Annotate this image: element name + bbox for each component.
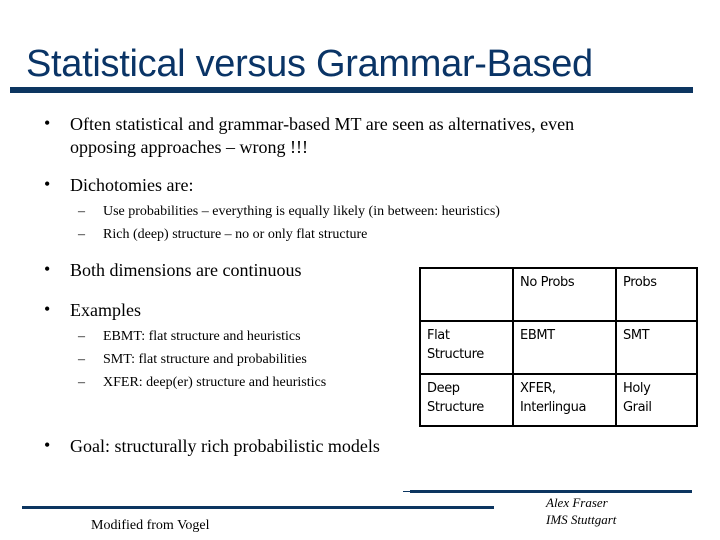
table-row-label: Flat Structure xyxy=(419,320,514,375)
footer-rule-right xyxy=(410,490,692,493)
bullet-text-1b: opposing approaches – wrong !!! xyxy=(70,137,308,157)
bullet-text-5: Goal: structurally rich probabilistic mo… xyxy=(70,436,380,456)
bullet-icon: • xyxy=(44,299,51,319)
dash-icon: – xyxy=(78,329,85,344)
title-underline xyxy=(10,87,693,93)
slide: Statistical versus Grammar-Based • Often… xyxy=(0,0,720,540)
table-row: Deep Structure XFER, Interlingua Holy Gr… xyxy=(419,373,698,427)
subitem-text: XFER: deep(er) structure and heuristics xyxy=(103,375,327,390)
dash-icon: – xyxy=(78,227,85,242)
author-affiliation: IMS Stuttgart xyxy=(546,512,617,527)
table-row: Flat Structure EBMT SMT xyxy=(419,320,698,375)
slide-title: Statistical versus Grammar-Based xyxy=(26,43,593,85)
table-cell: Holy Grail xyxy=(615,373,698,427)
footer-credit: Modified from Vogel xyxy=(91,518,210,533)
subitem-text: SMT: flat structure and probabilities xyxy=(103,352,307,367)
cell-line: EBMT xyxy=(520,328,555,343)
dash-icon: – xyxy=(78,352,85,367)
author-name: Alex Fraser xyxy=(546,495,608,510)
table-cell: XFER, Interlingua xyxy=(512,373,617,427)
table-cell: EBMT xyxy=(512,320,617,375)
cell-line: XFER, xyxy=(520,381,556,396)
table-header-row: No Probs Probs xyxy=(419,267,698,322)
dash-icon: – xyxy=(78,204,85,219)
subitem-text: EBMT: flat structure and heuristics xyxy=(103,329,301,344)
subitem-text: Rich (deep) structure – no or only flat … xyxy=(103,227,368,242)
bullet-icon: • xyxy=(44,259,51,279)
footer-rule-left xyxy=(22,506,494,509)
table-header-cell: No Probs xyxy=(512,267,617,322)
bullet-text-4: Examples xyxy=(70,300,141,320)
bullet-icon: • xyxy=(44,174,51,194)
cell-line: Structure xyxy=(427,400,484,415)
table-header-cell: Probs xyxy=(615,267,698,322)
bullet-text-3: Both dimensions are continuous xyxy=(70,260,302,280)
cell-line: Deep xyxy=(427,381,460,396)
cell-line: Holy xyxy=(623,381,651,396)
table-row-label: Deep Structure xyxy=(419,373,514,427)
bullet-text-2: Dichotomies are: xyxy=(70,175,194,195)
subitem-text: Use probabilities – everything is equall… xyxy=(103,204,500,219)
bullet-icon: • xyxy=(44,113,51,133)
cell-line: Structure xyxy=(427,347,484,362)
table-corner-cell xyxy=(419,267,514,322)
cell-line: SMT xyxy=(623,328,650,343)
footer-rule-tick xyxy=(403,491,411,492)
bullet-icon: • xyxy=(44,435,51,455)
table-cell: SMT xyxy=(615,320,698,375)
comparison-table: No Probs Probs Flat Structure EBMT SMT D… xyxy=(419,267,698,427)
bullet-text-1a: Often statistical and grammar-based MT a… xyxy=(70,114,575,134)
dash-icon: – xyxy=(78,375,85,390)
cell-line: Grail xyxy=(623,400,652,415)
cell-line: Interlingua xyxy=(520,400,587,415)
footer-author-block: Alex Fraser IMS Stuttgart xyxy=(546,494,616,528)
cell-line: Flat xyxy=(427,328,450,343)
